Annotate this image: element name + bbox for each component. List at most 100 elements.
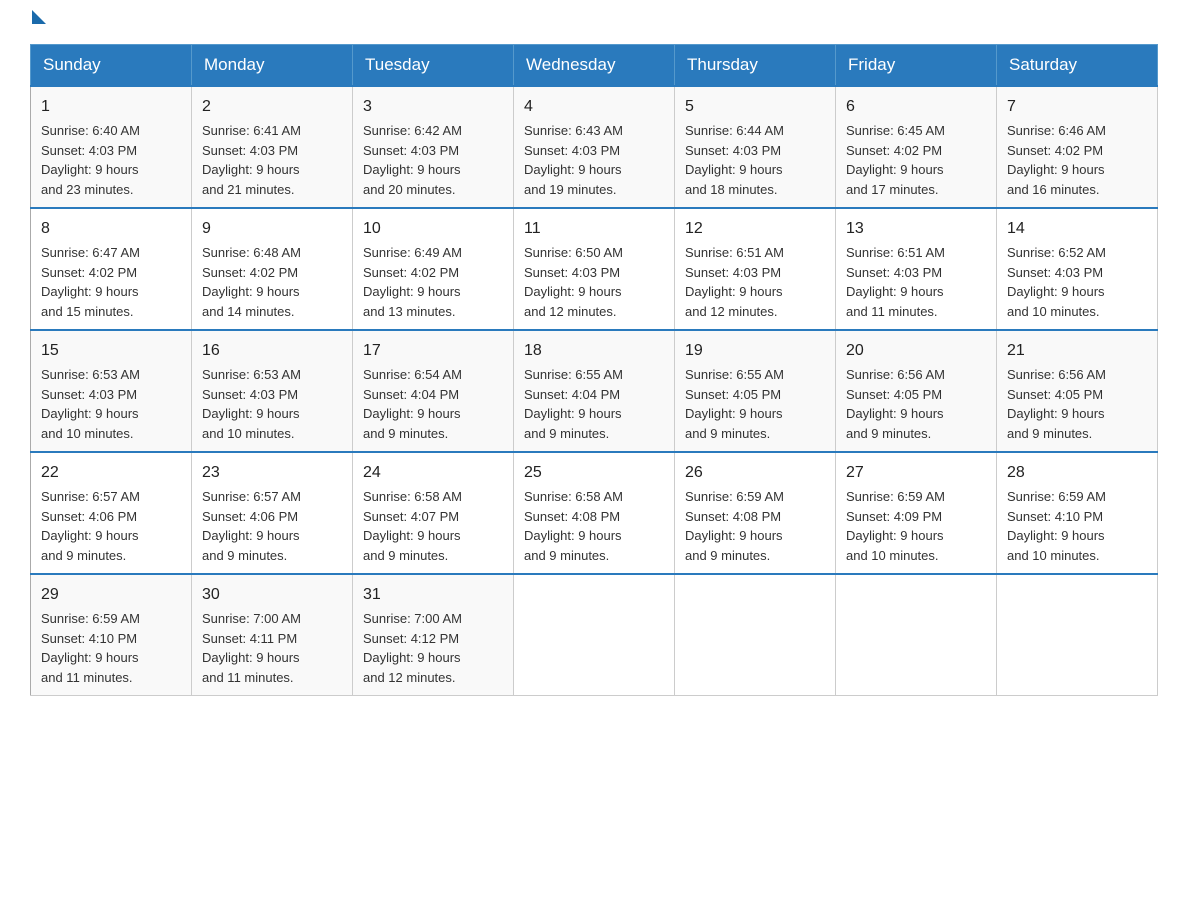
weekday-header-tuesday: Tuesday bbox=[353, 45, 514, 87]
day-info: Sunrise: 6:59 AMSunset: 4:08 PMDaylight:… bbox=[685, 487, 825, 565]
day-info: Sunrise: 6:50 AMSunset: 4:03 PMDaylight:… bbox=[524, 243, 664, 321]
day-info: Sunrise: 6:56 AMSunset: 4:05 PMDaylight:… bbox=[846, 365, 986, 443]
calendar-cell: 26Sunrise: 6:59 AMSunset: 4:08 PMDayligh… bbox=[675, 452, 836, 574]
day-info: Sunrise: 6:46 AMSunset: 4:02 PMDaylight:… bbox=[1007, 121, 1147, 199]
day-number: 7 bbox=[1007, 95, 1147, 119]
calendar-cell: 5Sunrise: 6:44 AMSunset: 4:03 PMDaylight… bbox=[675, 86, 836, 208]
calendar-cell: 10Sunrise: 6:49 AMSunset: 4:02 PMDayligh… bbox=[353, 208, 514, 330]
calendar-cell: 20Sunrise: 6:56 AMSunset: 4:05 PMDayligh… bbox=[836, 330, 997, 452]
calendar-cell: 24Sunrise: 6:58 AMSunset: 4:07 PMDayligh… bbox=[353, 452, 514, 574]
calendar-cell: 16Sunrise: 6:53 AMSunset: 4:03 PMDayligh… bbox=[192, 330, 353, 452]
day-info: Sunrise: 6:59 AMSunset: 4:09 PMDaylight:… bbox=[846, 487, 986, 565]
day-info: Sunrise: 6:41 AMSunset: 4:03 PMDaylight:… bbox=[202, 121, 342, 199]
day-number: 12 bbox=[685, 217, 825, 241]
day-number: 8 bbox=[41, 217, 181, 241]
day-info: Sunrise: 6:44 AMSunset: 4:03 PMDaylight:… bbox=[685, 121, 825, 199]
calendar-cell: 4Sunrise: 6:43 AMSunset: 4:03 PMDaylight… bbox=[514, 86, 675, 208]
day-number: 29 bbox=[41, 583, 181, 607]
calendar-cell: 2Sunrise: 6:41 AMSunset: 4:03 PMDaylight… bbox=[192, 86, 353, 208]
week-row-4: 22 Sunrise: 6:57 AMSunset: 4:06 PMDayligh… bbox=[31, 452, 1158, 574]
day-number: 14 bbox=[1007, 217, 1147, 241]
day-info: Sunrise: 6:45 AMSunset: 4:02 PMDaylight:… bbox=[846, 121, 986, 199]
day-info: Sunrise: 6:55 AMSunset: 4:05 PMDaylight:… bbox=[685, 365, 825, 443]
day-number: 24 bbox=[363, 461, 503, 485]
day-number: 5 bbox=[685, 95, 825, 119]
day-number: 17 bbox=[363, 339, 503, 363]
calendar-cell: 15Sunrise: 6:53 AMSunset: 4:03 PMDayligh… bbox=[31, 330, 192, 452]
day-number: 19 bbox=[685, 339, 825, 363]
calendar-cell: 3Sunrise: 6:42 AMSunset: 4:03 PMDaylight… bbox=[353, 86, 514, 208]
logo bbox=[30, 20, 46, 24]
calendar-cell: 12Sunrise: 6:51 AMSunset: 4:03 PMDayligh… bbox=[675, 208, 836, 330]
calendar-cell: 27Sunrise: 6:59 AMSunset: 4:09 PMDayligh… bbox=[836, 452, 997, 574]
calendar-cell bbox=[675, 574, 836, 696]
day-info: Sunrise: 6:49 AMSunset: 4:02 PMDaylight:… bbox=[363, 243, 503, 321]
calendar-cell: 19Sunrise: 6:55 AMSunset: 4:05 PMDayligh… bbox=[675, 330, 836, 452]
calendar-cell: 11Sunrise: 6:50 AMSunset: 4:03 PMDayligh… bbox=[514, 208, 675, 330]
day-info: Sunrise: 6:47 AMSunset: 4:02 PMDaylight:… bbox=[41, 243, 181, 321]
day-info: Sunrise: 6:59 AMSunset: 4:10 PMDaylight:… bbox=[1007, 487, 1147, 565]
day-info: Sunrise: 6:58 AMSunset: 4:07 PMDaylight:… bbox=[363, 487, 503, 565]
calendar-cell bbox=[514, 574, 675, 696]
weekday-header-sunday: Sunday bbox=[31, 45, 192, 87]
day-number: 27 bbox=[846, 461, 986, 485]
calendar-cell: 13Sunrise: 6:51 AMSunset: 4:03 PMDayligh… bbox=[836, 208, 997, 330]
day-info: Sunrise: 6:42 AMSunset: 4:03 PMDaylight:… bbox=[363, 121, 503, 199]
calendar-cell: 18Sunrise: 6:55 AMSunset: 4:04 PMDayligh… bbox=[514, 330, 675, 452]
logo-triangle-icon bbox=[32, 10, 46, 24]
day-number: 13 bbox=[846, 217, 986, 241]
weekday-header-saturday: Saturday bbox=[997, 45, 1158, 87]
day-number: 21 bbox=[1007, 339, 1147, 363]
day-info: Sunrise: 6:56 AMSunset: 4:05 PMDaylight:… bbox=[1007, 365, 1147, 443]
calendar-cell: 9Sunrise: 6:48 AMSunset: 4:02 PMDaylight… bbox=[192, 208, 353, 330]
weekday-header-monday: Monday bbox=[192, 45, 353, 87]
calendar-cell: 8Sunrise: 6:47 AMSunset: 4:02 PMDaylight… bbox=[31, 208, 192, 330]
day-number: 15 bbox=[41, 339, 181, 363]
day-info: Sunrise: 6:51 AMSunset: 4:03 PMDaylight:… bbox=[846, 243, 986, 321]
day-number: 28 bbox=[1007, 461, 1147, 485]
day-info: Sunrise: 6:53 AMSunset: 4:03 PMDaylight:… bbox=[202, 365, 342, 443]
day-number: 2 bbox=[202, 95, 342, 119]
week-row-1: 1Sunrise: 6:40 AMSunset: 4:03 PMDaylight… bbox=[31, 86, 1158, 208]
day-info: Sunrise: 6:53 AMSunset: 4:03 PMDaylight:… bbox=[41, 365, 181, 443]
day-number: 11 bbox=[524, 217, 664, 241]
calendar-cell: 23Sunrise: 6:57 AMSunset: 4:06 PMDayligh… bbox=[192, 452, 353, 574]
calendar-cell: 1Sunrise: 6:40 AMSunset: 4:03 PMDaylight… bbox=[31, 86, 192, 208]
day-info: Sunrise: 6:43 AMSunset: 4:03 PMDaylight:… bbox=[524, 121, 664, 199]
day-number: 6 bbox=[846, 95, 986, 119]
day-info: Sunrise: 6:52 AMSunset: 4:03 PMDaylight:… bbox=[1007, 243, 1147, 321]
day-number: 26 bbox=[685, 461, 825, 485]
weekday-header-wednesday: Wednesday bbox=[514, 45, 675, 87]
day-number: 16 bbox=[202, 339, 342, 363]
day-number: 4 bbox=[524, 95, 664, 119]
calendar-cell: 14Sunrise: 6:52 AMSunset: 4:03 PMDayligh… bbox=[997, 208, 1158, 330]
calendar-cell: 29Sunrise: 6:59 AMSunset: 4:10 PMDayligh… bbox=[31, 574, 192, 696]
calendar-cell: 22Sunrise: 6:57 AMSunset: 4:06 PMDayligh… bbox=[31, 452, 192, 574]
day-info: Sunrise: 6:54 AMSunset: 4:04 PMDaylight:… bbox=[363, 365, 503, 443]
calendar-cell: 17Sunrise: 6:54 AMSunset: 4:04 PMDayligh… bbox=[353, 330, 514, 452]
day-info: Sunrise: 6:51 AMSunset: 4:03 PMDaylight:… bbox=[685, 243, 825, 321]
day-info: Sunrise: 6:40 AMSunset: 4:03 PMDaylight:… bbox=[41, 121, 181, 199]
day-info: Sunrise: 6:48 AMSunset: 4:02 PMDaylight:… bbox=[202, 243, 342, 321]
page-header bbox=[30, 20, 1158, 24]
day-number: 20 bbox=[846, 339, 986, 363]
day-number: 22 bbox=[41, 461, 181, 485]
header-row: SundayMondayTuesdayWednesdayThursdayFrid… bbox=[31, 45, 1158, 87]
calendar-cell bbox=[836, 574, 997, 696]
day-number: 9 bbox=[202, 217, 342, 241]
day-number: 10 bbox=[363, 217, 503, 241]
day-number: 18 bbox=[524, 339, 664, 363]
calendar-cell: 6Sunrise: 6:45 AMSunset: 4:02 PMDaylight… bbox=[836, 86, 997, 208]
day-info: Sunrise: 6:57 AMSunset: 4:06 PMDaylight:… bbox=[202, 487, 342, 565]
calendar-cell: 7Sunrise: 6:46 AMSunset: 4:02 PMDaylight… bbox=[997, 86, 1158, 208]
weekday-header-friday: Friday bbox=[836, 45, 997, 87]
week-row-5: 29Sunrise: 6:59 AMSunset: 4:10 PMDayligh… bbox=[31, 574, 1158, 696]
day-info: Sunrise: 6:55 AMSunset: 4:04 PMDaylight:… bbox=[524, 365, 664, 443]
day-number: 1 bbox=[41, 95, 181, 119]
weekday-header-thursday: Thursday bbox=[675, 45, 836, 87]
day-number: 23 bbox=[202, 461, 342, 485]
week-row-3: 15Sunrise: 6:53 AMSunset: 4:03 PMDayligh… bbox=[31, 330, 1158, 452]
calendar-cell: 31Sunrise: 7:00 AMSunset: 4:12 PMDayligh… bbox=[353, 574, 514, 696]
calendar-cell bbox=[997, 574, 1158, 696]
day-number: 3 bbox=[363, 95, 503, 119]
